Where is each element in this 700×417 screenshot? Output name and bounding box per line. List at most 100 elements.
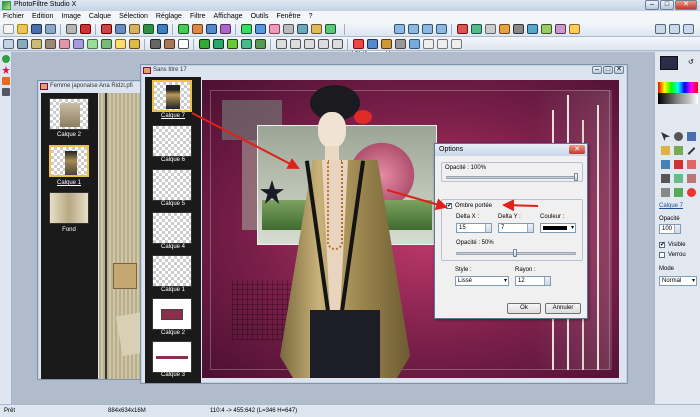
fill-tool-icon[interactable] xyxy=(437,39,448,49)
doc1-layer-thumb-1[interactable] xyxy=(49,145,89,177)
sepia-icon[interactable] xyxy=(164,39,175,49)
contrast-minus-icon[interactable] xyxy=(73,39,84,49)
layer-options-icon[interactable] xyxy=(325,24,336,34)
doc2-close-button[interactable]: ✕ xyxy=(614,66,624,74)
text-icon[interactable] xyxy=(661,188,670,197)
transparency-icon[interactable] xyxy=(499,24,510,34)
doc1-layer-thumb-2[interactable] xyxy=(49,98,89,130)
green-dot-icon[interactable] xyxy=(2,55,10,63)
pointer-tool-icon[interactable] xyxy=(661,132,670,141)
plugin-icon[interactable] xyxy=(555,24,566,34)
menu-selection[interactable]: Sélection xyxy=(119,11,148,22)
paste-icon[interactable] xyxy=(129,24,140,34)
cancel-button[interactable]: Annuler xyxy=(545,303,581,314)
layer-down-icon[interactable] xyxy=(311,24,322,34)
close-button[interactable]: ✕ xyxy=(675,0,697,10)
flip-h-icon[interactable] xyxy=(276,39,287,49)
star-icon[interactable] xyxy=(2,66,10,74)
menu-fichier[interactable]: Fichier xyxy=(3,11,24,22)
blend-mode-select[interactable]: Normal xyxy=(659,276,697,286)
scan-icon[interactable] xyxy=(80,24,91,34)
pattern-icon[interactable] xyxy=(395,39,406,49)
tile-icon[interactable] xyxy=(655,24,666,34)
eyedropper-tool-icon[interactable] xyxy=(674,132,683,141)
undo-icon[interactable] xyxy=(143,24,154,34)
preview-icon[interactable] xyxy=(485,24,496,34)
saturation-minus-icon[interactable] xyxy=(101,39,112,49)
wand-tool-icon[interactable] xyxy=(661,146,670,155)
explorer-icon[interactable] xyxy=(527,24,538,34)
doc2-layer-thumb-6[interactable] xyxy=(152,125,192,157)
emboss-icon[interactable] xyxy=(255,39,266,49)
color-palette[interactable] xyxy=(658,82,698,104)
help-icon[interactable] xyxy=(569,24,580,34)
text-tool-icon[interactable] xyxy=(423,39,434,49)
arrange-icon[interactable] xyxy=(683,24,694,34)
layer-merge-icon[interactable] xyxy=(269,24,280,34)
lock-checkbox[interactable] xyxy=(659,252,665,258)
blur-tool-icon[interactable] xyxy=(687,174,696,183)
cascade-icon[interactable] xyxy=(669,24,680,34)
layer-opacity-input[interactable]: 100 xyxy=(659,224,681,234)
smudge-icon[interactable] xyxy=(674,174,683,183)
auto-contrast-icon[interactable] xyxy=(17,39,28,49)
current-layer-name[interactable]: Calque 7 xyxy=(659,203,683,209)
doc1-layer-thumb-fond[interactable] xyxy=(49,192,89,224)
menu-fenetre[interactable]: Fenêtre xyxy=(276,11,300,22)
soften-icon[interactable] xyxy=(227,39,238,49)
select-rect-icon[interactable] xyxy=(178,24,189,34)
strawberry-tool-icon[interactable] xyxy=(687,188,696,197)
maximize-button[interactable]: □ xyxy=(660,0,674,10)
layer-up-icon[interactable] xyxy=(297,24,308,34)
shadow-checkbox[interactable]: ✔ xyxy=(446,203,452,209)
auto-level-icon[interactable] xyxy=(3,39,14,49)
rotate-180-icon[interactable] xyxy=(332,39,343,49)
doc2-layer-thumb-5[interactable] xyxy=(152,169,192,201)
cut-icon[interactable] xyxy=(101,24,112,34)
frame-icon[interactable] xyxy=(381,39,392,49)
layer-copy-icon[interactable] xyxy=(255,24,266,34)
menu-image[interactable]: Image xyxy=(61,11,80,22)
swap-colors-icon[interactable]: ↺ xyxy=(688,58,696,66)
delta-x-input[interactable]: 15 xyxy=(456,223,492,233)
color-picker[interactable]: ▾ xyxy=(540,223,576,233)
clone-stamp-icon[interactable] xyxy=(661,174,670,183)
layer-delete-icon[interactable] xyxy=(283,24,294,34)
shape-tool-icon[interactable] xyxy=(674,188,683,197)
doc2-maximize-button[interactable]: □ xyxy=(603,66,613,74)
crop-icon[interactable] xyxy=(192,24,203,34)
print-icon[interactable] xyxy=(66,24,77,34)
gradient-icon[interactable] xyxy=(409,39,420,49)
contrast-plus-icon[interactable] xyxy=(59,39,70,49)
save-icon[interactable] xyxy=(31,24,42,34)
foreground-color-swatch[interactable] xyxy=(660,56,678,70)
open-folder-icon[interactable] xyxy=(17,24,28,34)
automation-icon[interactable] xyxy=(513,24,524,34)
resize-icon[interactable] xyxy=(206,24,217,34)
fill-bucket-icon[interactable] xyxy=(661,160,670,169)
grid-icon[interactable] xyxy=(471,24,482,34)
doc2-layer-thumb-2[interactable] xyxy=(152,298,192,330)
style-select[interactable]: Lissé xyxy=(455,276,509,286)
radius-input[interactable]: 12 xyxy=(515,276,551,286)
batch-icon[interactable] xyxy=(367,39,378,49)
rotate-right-icon[interactable] xyxy=(318,39,329,49)
doc2-layer-thumb-4[interactable] xyxy=(152,212,192,244)
menu-edition[interactable]: Edition xyxy=(32,11,53,22)
browser-icon[interactable] xyxy=(541,24,552,34)
visible-checkbox[interactable]: ✔ xyxy=(659,242,665,248)
menu-outils[interactable]: Outils xyxy=(251,11,269,22)
doc2-layer-thumb-3[interactable] xyxy=(152,341,192,373)
line-tool-icon[interactable] xyxy=(687,147,696,155)
orange-square-icon[interactable] xyxy=(2,77,10,85)
brightness-plus-icon[interactable] xyxy=(31,39,42,49)
gamma-minus-icon[interactable] xyxy=(129,39,140,49)
layer-add-icon[interactable] xyxy=(241,24,252,34)
noise-icon[interactable] xyxy=(241,39,252,49)
delta-y-input[interactable]: 7 xyxy=(498,223,534,233)
menu-filtre[interactable]: Filtre xyxy=(190,11,206,22)
copy-icon[interactable] xyxy=(115,24,126,34)
zoom-in-icon[interactable] xyxy=(394,24,405,34)
rotate-left-icon[interactable] xyxy=(304,39,315,49)
zoom-100-icon[interactable] xyxy=(436,24,447,34)
